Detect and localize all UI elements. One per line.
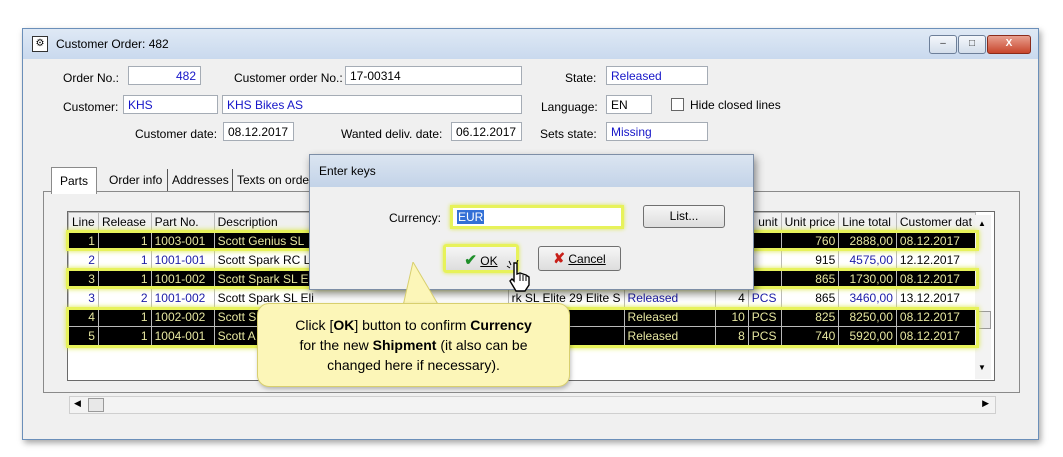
customer-code-field[interactable]: KHS <box>123 95 218 114</box>
app-icon: ⚙ <box>32 36 48 52</box>
cross-icon: ✘ <box>553 250 566 266</box>
callout-bold: Shipment <box>372 337 437 353</box>
order-no-label: Order No.: <box>63 71 120 85</box>
language-label: Language: <box>541 100 598 114</box>
cell-part: 1001-002 <box>150 288 215 308</box>
cell-line: 2 <box>68 250 99 270</box>
dialog-title: Enter keys <box>319 164 376 178</box>
state-label: State: <box>565 71 597 85</box>
language-field[interactable]: EN <box>606 95 652 114</box>
instruction-callout: Click [OK] button to confirm Currency fo… <box>257 303 570 387</box>
tab-order-info[interactable]: Order info <box>109 169 162 191</box>
list-button[interactable]: List... <box>643 205 725 228</box>
callout-text: Click [ <box>295 317 334 333</box>
tab-addresses[interactable]: Addresses <box>167 169 229 191</box>
col-line-total[interactable]: Line total <box>838 212 897 232</box>
customer-date-field[interactable]: 08.12.2017 <box>223 122 294 141</box>
scroll-left-icon[interactable]: ◀ <box>74 398 81 409</box>
close-button[interactable]: X <box>987 35 1031 54</box>
customer-date-label: Customer date: <box>135 127 218 141</box>
wanted-date-label: Wanted deliv. date: <box>341 127 443 141</box>
sets-state-field: Missing <box>606 122 708 141</box>
window-title: Customer Order: 482 <box>56 37 169 51</box>
cell-date: 12.12.2017 <box>895 250 977 270</box>
cancel-label: Cancel <box>568 252 606 266</box>
col-unit-price[interactable]: Unit price <box>780 212 840 232</box>
sets-state-label: Sets state: <box>540 127 597 141</box>
callout-text: for the new <box>299 337 373 353</box>
callout-line-3: changed here if necessary). <box>258 355 569 375</box>
callout-bold: OK <box>333 317 355 333</box>
currency-input[interactable]: EUR <box>450 205 624 229</box>
cell-state: Released <box>623 288 717 308</box>
cell-unit: PCS <box>747 288 782 308</box>
scroll-up-icon[interactable]: ▲ <box>978 219 986 228</box>
title-bar[interactable]: ⚙ Customer Order: 482 – □ X <box>23 29 1038 59</box>
callout-text: changed here if necessary). <box>327 357 500 373</box>
cell-release: 1 <box>97 250 152 270</box>
cancel-button[interactable]: ✘ Cancel <box>538 246 621 271</box>
callout-line-2: for the new Shipment (it also can be <box>258 335 569 355</box>
scroll-down-icon[interactable]: ▼ <box>978 363 986 372</box>
scroll-right-icon[interactable]: ▶ <box>982 398 989 409</box>
grid-horizontal-scrollbar[interactable]: ◀ ▶ <box>69 396 996 414</box>
order-no-field[interactable]: 482 <box>128 66 201 85</box>
hand-cursor-icon <box>505 259 537 294</box>
col-part-no[interactable]: Part No. <box>150 212 215 232</box>
tab-parts[interactable]: Parts <box>51 167 98 194</box>
tab-texts-on-order[interactable]: Texts on orde <box>232 169 309 191</box>
hide-closed-label: Hide closed lines <box>690 98 781 112</box>
cell-price: 865 <box>780 288 840 308</box>
col-release[interactable]: Release <box>97 212 152 232</box>
maximize-button[interactable]: □ <box>958 35 986 54</box>
customer-name-field: KHS Bikes AS <box>222 95 522 114</box>
dialog-title-bar[interactable]: Enter keys <box>310 155 753 187</box>
cell-release: 2 <box>97 288 152 308</box>
cell-price: 915 <box>780 250 840 270</box>
hide-closed-checkbox[interactable] <box>671 98 684 111</box>
customer-order-no-field[interactable]: 17-00314 <box>345 66 522 85</box>
ok-label: OK <box>480 254 498 268</box>
checkmark-icon: ✔ <box>464 252 477 269</box>
callout-text: ] button to confirm <box>354 317 471 333</box>
customer-order-no-label: Customer order No.: <box>234 71 343 85</box>
cell-total: 3460,00 <box>838 288 897 308</box>
customer-label: Customer: <box>63 100 119 114</box>
col-customer-date[interactable]: Customer dat <box>895 212 977 232</box>
minimize-button[interactable]: – <box>929 35 957 54</box>
currency-label: Currency: <box>389 211 442 225</box>
hscroll-thumb[interactable] <box>88 398 104 412</box>
callout-pointer <box>402 262 440 306</box>
col-line[interactable]: Line <box>68 212 99 232</box>
cell-part: 1001-001 <box>150 250 215 270</box>
wanted-date-field[interactable]: 06.12.2017 <box>451 122 522 141</box>
callout-text: (it also can be <box>436 337 528 353</box>
callout-bold: Currency <box>470 317 532 333</box>
cell-total: 4575,00 <box>838 250 897 270</box>
cell-line: 3 <box>68 288 99 308</box>
state-field: Released <box>606 66 708 85</box>
cell-qty: 4 <box>715 288 749 308</box>
cell-date: 13.12.2017 <box>895 288 977 308</box>
currency-value: EUR <box>457 210 485 224</box>
callout-line-1: Click [OK] button to confirm Currency <box>258 315 569 335</box>
